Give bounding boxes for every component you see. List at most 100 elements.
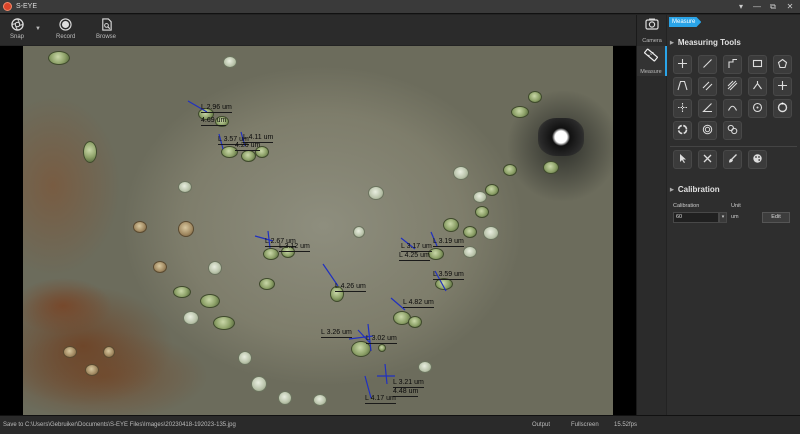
- select-tool[interactable]: [673, 150, 692, 169]
- edit-calibration-button[interactable]: Edit: [762, 212, 790, 223]
- microscope-image[interactable]: L 2.96 um 4.69 um L 3.57 um L 4.11 um 4.…: [23, 46, 613, 415]
- circle-three-point-tool[interactable]: [773, 99, 792, 118]
- app-logo-icon: [3, 2, 12, 11]
- fullscreen-button[interactable]: Fullscreen: [571, 422, 599, 428]
- browse-button[interactable]: Browse: [96, 17, 116, 40]
- record-label: Record: [56, 34, 76, 40]
- snap-label: Snap: [10, 34, 25, 40]
- multi-parallel-tool[interactable]: [723, 77, 742, 96]
- measurement-label[interactable]: 4.26 um: [235, 142, 261, 151]
- cross-icon: [777, 78, 788, 96]
- unit-value: um: [731, 214, 739, 220]
- browse-file-icon: [99, 17, 113, 31]
- two-circles-tool[interactable]: [723, 121, 742, 140]
- multi-parallel-icon: [727, 78, 738, 96]
- calibration-select[interactable]: 60: [673, 212, 719, 223]
- measurement-label[interactable]: L 4.17 um: [365, 395, 396, 404]
- brush-tool[interactable]: [723, 150, 742, 169]
- crosshair-point-tool[interactable]: [673, 55, 692, 74]
- arc-tool[interactable]: [723, 99, 742, 118]
- aperture-icon: [10, 17, 24, 31]
- snap-dropdown-icon[interactable]: ▼: [35, 26, 41, 32]
- divider: [670, 146, 797, 147]
- measuring-tools-header[interactable]: ▶ Measuring Tools: [670, 38, 741, 47]
- measure-label: Measure: [640, 69, 662, 75]
- save-path[interactable]: Save to C:\Users\Gebruiker\Documents\S-E…: [3, 422, 236, 428]
- ring-tool[interactable]: [673, 121, 692, 140]
- measurement-label[interactable]: L 3.21 um: [393, 379, 424, 388]
- snap-button[interactable]: Snap: [10, 17, 24, 40]
- parallel-lines-icon: [702, 78, 713, 96]
- camera-label: Camera: [642, 38, 662, 44]
- measurement-label[interactable]: L 3.12 um: [279, 243, 310, 252]
- rectangle-tool[interactable]: [748, 55, 767, 74]
- measurement-label[interactable]: L 4.25 um: [399, 252, 430, 261]
- calibration-dropdown-icon[interactable]: ▾: [719, 212, 727, 223]
- delete-x-icon: [702, 151, 713, 169]
- perpendicular-icon: [752, 78, 763, 96]
- grid-icon: [677, 100, 688, 118]
- measurement-label[interactable]: L 2.96 um: [201, 104, 232, 113]
- plus-icon: [677, 56, 688, 74]
- circle-three-point-icon: [777, 100, 788, 118]
- two-circles-icon: [727, 122, 738, 140]
- measurement-label[interactable]: 4.69 um: [201, 117, 227, 126]
- measurement-label[interactable]: L 3.19 um: [433, 238, 464, 247]
- delete-tool[interactable]: [698, 150, 717, 169]
- camera-icon: [645, 17, 659, 36]
- parallel-lines-tool[interactable]: [698, 77, 717, 96]
- polygon-icon: [777, 56, 788, 74]
- restore-button[interactable]: ⧉: [766, 1, 780, 12]
- measure-panel: Measure ▶ Measuring Tools ▶ Calibration …: [667, 15, 800, 415]
- grid-tool[interactable]: [673, 99, 692, 118]
- app-window: S-EYE ▾ — ⧉ ✕ Snap ▼ Record Browse L 2.9…: [0, 0, 800, 434]
- unit-label: Unit: [731, 203, 741, 209]
- select-cursor-icon: [677, 151, 688, 169]
- window-title: S-EYE: [16, 3, 38, 10]
- angle-open-icon: [677, 78, 688, 96]
- measurement-label[interactable]: L 3.59 um: [433, 271, 464, 280]
- window-menu-button[interactable]: ▾: [734, 1, 748, 12]
- browse-label: Browse: [96, 34, 117, 40]
- angle-open-tool[interactable]: [673, 77, 692, 96]
- concentric-tool[interactable]: [698, 121, 717, 140]
- brush-icon: [727, 151, 738, 169]
- calibration-label: Calibration: [673, 203, 700, 209]
- arc-icon: [727, 100, 738, 118]
- angle-icon: [702, 100, 713, 118]
- measurement-label[interactable]: L 3.17 um: [401, 243, 432, 252]
- ruler-icon: [644, 48, 658, 67]
- measurement-label[interactable]: L 3.26 um: [321, 329, 352, 338]
- breadcrumb[interactable]: Measure: [669, 17, 702, 27]
- mode-strip: Camera Measure: [636, 15, 667, 415]
- main-toolbar: Snap ▼ Record Browse: [0, 15, 636, 45]
- ring-icon: [677, 122, 688, 140]
- camera-mode-button[interactable]: Camera: [637, 17, 667, 45]
- image-viewer[interactable]: L 2.96 um 4.69 um L 3.57 um L 4.11 um 4.…: [0, 46, 636, 415]
- expand-arrow-icon: ▶: [670, 186, 674, 193]
- perpendicular-tool[interactable]: [748, 77, 767, 96]
- expand-arrow-icon: ▶: [670, 39, 674, 46]
- concentric-circles-icon: [702, 122, 713, 140]
- circle-center-tool[interactable]: [748, 99, 767, 118]
- rectangle-icon: [752, 56, 763, 74]
- measurement-label[interactable]: 4.48 um: [393, 388, 419, 397]
- palette-icon: [752, 151, 763, 169]
- cross-tool[interactable]: [773, 77, 792, 96]
- measurement-label[interactable]: L 4.26 um: [335, 283, 366, 292]
- polyline-icon: [727, 56, 738, 74]
- close-button[interactable]: ✕: [782, 1, 798, 12]
- minimize-button[interactable]: —: [750, 1, 764, 12]
- polygon-tool[interactable]: [773, 55, 792, 74]
- measurement-label[interactable]: L 3.02 um: [366, 335, 397, 344]
- calibration-header[interactable]: ▶ Calibration: [670, 185, 720, 194]
- measurement-label[interactable]: L 4.82 um: [403, 299, 434, 308]
- output-button[interactable]: Output: [532, 422, 550, 428]
- window-controls: ▾ — ⧉ ✕: [734, 1, 798, 12]
- record-button[interactable]: Record: [56, 17, 75, 40]
- angle-tool[interactable]: [698, 99, 717, 118]
- palette-tool[interactable]: [748, 150, 767, 169]
- polyline-tool[interactable]: [723, 55, 742, 74]
- measure-mode-button[interactable]: Measure: [637, 46, 667, 76]
- line-tool[interactable]: [698, 55, 717, 74]
